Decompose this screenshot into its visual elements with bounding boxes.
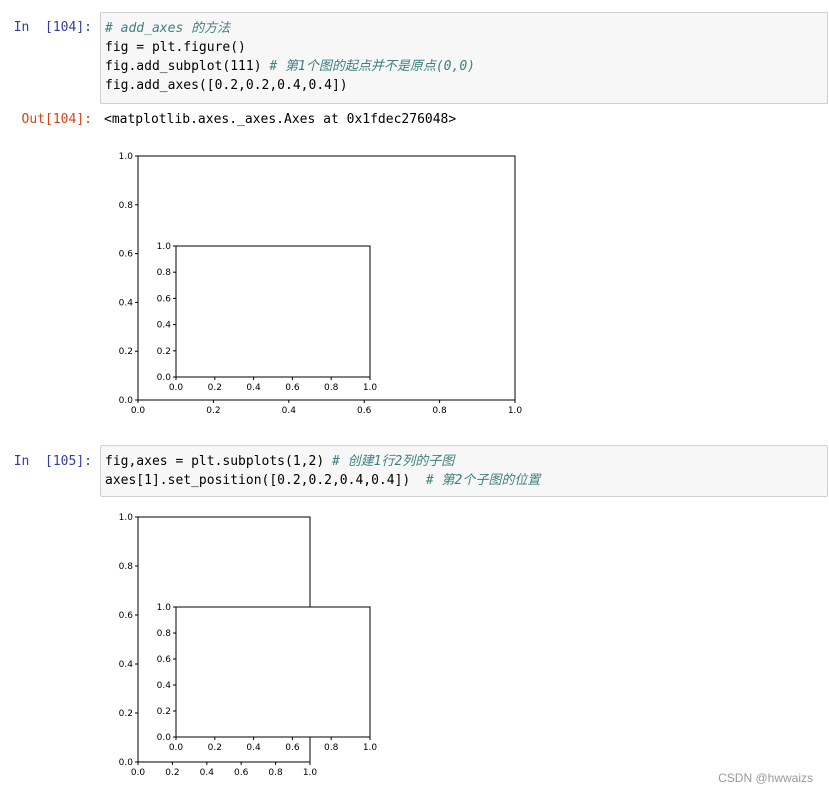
fig1-main-axes-ytick-label: 0.4 [119,298,134,308]
fig2-left-axes-ytick-label: 0.0 [119,758,134,768]
cell-104-out-prompt: Out[104]: [21,112,92,127]
fig1-main-axes-ytick-label: 0.8 [119,201,134,211]
code-line: fig.add_subplot(111) # 第1个图的起点并不是原点(0,0) [105,57,823,76]
fig1-main-axes-xtick-label: 0.2 [206,406,220,416]
fig1-main-axes-xtick-label: 0.4 [282,406,297,416]
fig1-inset-axes-ytick-label: 0.2 [157,347,171,357]
fig1-main-axes-xtick-label: 0.0 [131,406,146,416]
fig1-inset-axes-ytick-label: 1.0 [157,242,172,252]
fig1-inset-axes-ytick-label: 0.4 [157,321,172,331]
fig2-moved-axes-ytick-label: 0.0 [157,733,172,743]
fig1-inset-axes-xtick-label: 0.8 [324,383,339,393]
cell-104-in-prompt: In [104]: [13,20,92,35]
fig2-moved-axes-xtick-label: 1.0 [363,743,378,753]
code-text: fig,axes = plt.subplots(1,2) [105,454,325,469]
fig2-moved-axes-xtick-label: 0.6 [285,743,300,753]
fig1-inset-axes-xtick-label: 0.6 [285,383,300,393]
fig2-moved-axes-xtick-label: 0.4 [246,743,261,753]
fig2-moved-axes-ytick-label: 0.4 [157,681,172,691]
code-text: fig.add_axes([0.2,0.2,0.4,0.4]) [105,78,348,93]
fig1-inset-axes-ytick-label: 0.6 [157,294,172,304]
fig1-main-axes-xtick-label: 0.8 [432,406,447,416]
fig2-moved-axes-xtick-label: 0.0 [169,743,184,753]
fig2-left-axes-ytick-label: 0.2 [119,709,133,719]
fig2-moved-axes-xtick-label: 0.8 [324,743,339,753]
cell-104-code-editor[interactable]: # add_axes 的方法 fig = plt.figure() fig.ad… [100,12,828,104]
fig2-left-axes-ytick-label: 0.8 [119,562,134,572]
fig1-main-axes-xtick-label: 1.0 [508,406,523,416]
fig2-moved-axes-ytick-label: 0.2 [157,707,171,717]
code-line: fig.add_axes([0.2,0.2,0.4,0.4]) [105,76,823,95]
cell-105-in-prompt: In [105]: [13,454,92,469]
cell-104-output-text: <matplotlib.axes._axes.Axes at 0x1fdec27… [104,112,457,127]
fig2-left-axes-xtick-label: 1.0 [303,768,318,778]
fig2-left-axes-ytick-label: 1.0 [119,513,134,523]
fig2-moved-axes-xtick-label: 0.2 [208,743,222,753]
fig1-inset-axes-xtick-label: 0.4 [246,383,261,393]
fig2-moved-axes-ytick-label: 0.8 [157,629,172,639]
fig1-inset-axes-ytick-label: 0.8 [157,268,172,278]
fig1-main-axes-ytick-label: 1.0 [119,152,134,162]
fig1-inset-axes-xtick-label: 0.2 [208,383,222,393]
code-comment: # 创建1行2列的子图 [331,454,455,469]
code-comment: # 第2个子图的位置 [425,473,541,488]
code-text: axes[1].set_position([0.2,0.2,0.4,0.4]) [105,473,411,488]
cell-105-code-editor[interactable]: fig,axes = plt.subplots(1,2) # 创建1行2列的子图… [100,445,828,497]
fig2-left-axes-xtick-label: 0.8 [268,768,283,778]
code-line: axes[1].set_position([0.2,0.2,0.4,0.4]) … [105,471,823,490]
fig2-left-axes-ytick-label: 0.4 [119,660,134,670]
fig1-main-axes-ytick-label: 0.6 [119,250,134,260]
fig1-inset-axes-ytick-label: 0.0 [157,373,172,383]
fig2-left-axes-xtick-label: 0.0 [131,768,146,778]
code-comment: # add_axes 的方法 [105,21,231,36]
fig1-main-axes-ytick-label: 0.0 [119,396,134,406]
fig1-inset-axes-frame [175,245,371,378]
fig1-main-axes-ytick-label: 0.2 [119,347,133,357]
fig2-left-axes-xtick-label: 0.2 [165,768,179,778]
fig1-inset-axes-xtick-label: 0.0 [169,383,184,393]
code-line: # add_axes 的方法 [105,19,823,38]
fig2-moved-axes-frame [175,606,371,738]
fig1-main-axes-xtick-label: 0.6 [357,406,372,416]
figure-1-plot: 0.0 0.2 0.4 0.6 0.8 1.00.00.20.40.60.81.00.0 0… [119,152,523,416]
code-text: fig = plt.figure() [105,40,246,55]
code-comment: # 第1个图的起点并不是原点(0,0) [269,59,475,74]
figure-2-plot: 0.0 0.2 0.4 0.6 0.8 1.00.00.20.40.60.81.00.0 0… [119,513,378,778]
fig2-left-axes-xtick-label: 0.6 [234,768,249,778]
fig2-moved-axes-ytick-label: 0.6 [157,655,172,665]
code-text: fig.add_subplot(111) [105,59,262,74]
fig2-moved-axes-ytick-label: 1.0 [157,603,172,613]
watermark: CSDN @hwwaizs [718,771,813,785]
code-line: fig = plt.figure() [105,38,823,57]
fig2-left-axes-ytick-label: 0.6 [119,611,134,621]
code-line: fig,axes = plt.subplots(1,2) # 创建1行2列的子图 [105,452,823,471]
fig1-inset-axes-xtick-label: 1.0 [363,383,378,393]
fig2-left-axes-xtick-label: 0.4 [200,768,215,778]
